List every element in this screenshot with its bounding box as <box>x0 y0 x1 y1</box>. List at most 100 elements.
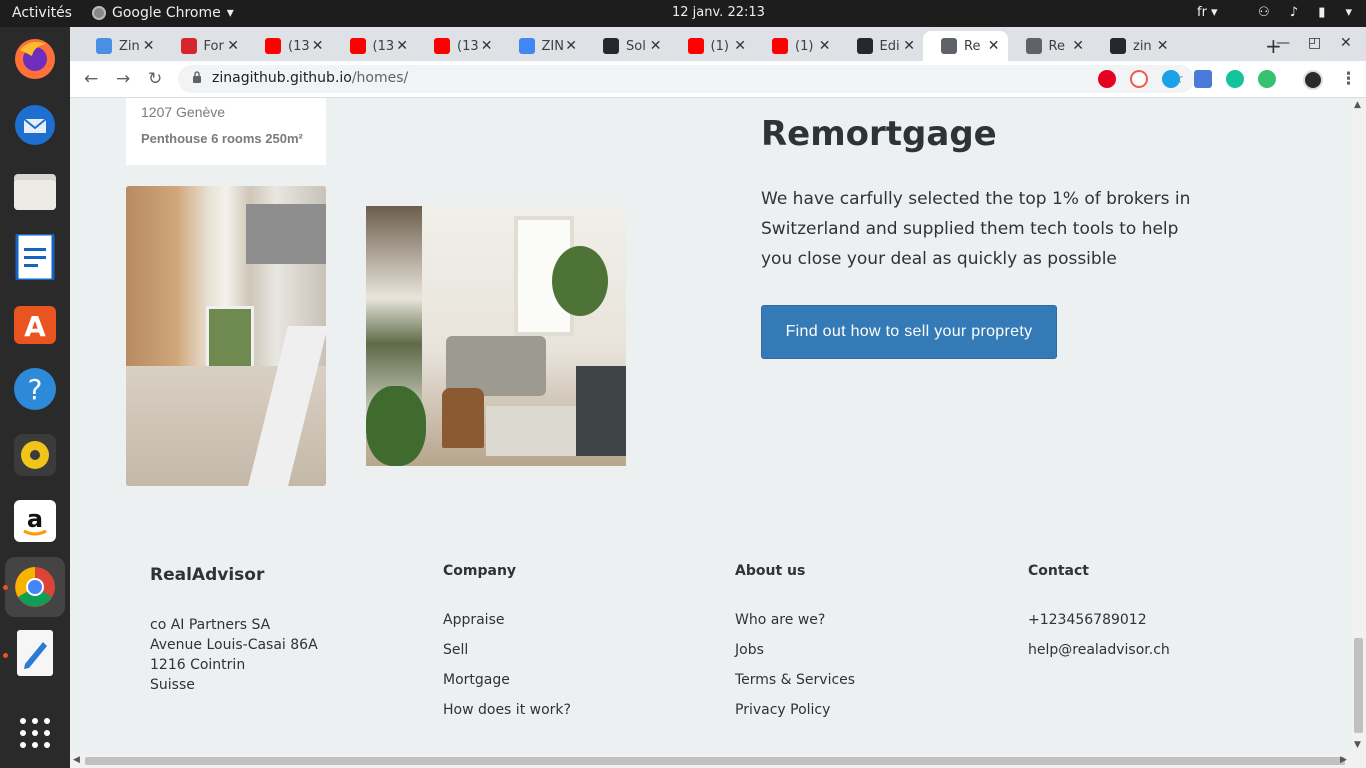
system-top-bar: Activités Google Chrome ▾ 12 janv. 22:13… <box>0 0 1366 27</box>
tab-close-icon[interactable]: ✕ <box>565 38 577 54</box>
tab-close-icon[interactable]: ✕ <box>396 38 408 54</box>
extension-icon[interactable] <box>1258 70 1276 88</box>
input-language-label: fr <box>1197 5 1207 20</box>
chrome-icon[interactable] <box>5 557 65 617</box>
back-icon[interactable]: ← <box>84 69 98 89</box>
tab-close-icon[interactable]: ✕ <box>903 38 915 54</box>
profile-avatar[interactable] <box>1303 70 1323 90</box>
reload-icon[interactable]: ↻ <box>148 69 162 89</box>
footer-link-privacy[interactable]: Privacy Policy <box>735 701 855 731</box>
footer-link-terms[interactable]: Terms & Services <box>735 671 855 701</box>
scroll-left-icon[interactable]: ◀ <box>73 755 80 765</box>
footer-link-mortgage[interactable]: Mortgage <box>443 671 571 701</box>
rhythmbox-icon[interactable] <box>11 431 59 479</box>
vertical-scrollbar[interactable]: ▲ ▼ <box>1351 98 1366 754</box>
tab-title: (13 <box>288 38 310 54</box>
chrome-app-icon <box>92 6 106 20</box>
chrome-menu-icon[interactable]: ⋮ <box>1340 69 1357 89</box>
browser-tab[interactable]: (13 ✕ <box>416 31 501 61</box>
files-icon[interactable] <box>11 167 59 215</box>
clock[interactable]: 12 janv. 22:13 <box>672 5 765 20</box>
scroll-up-icon[interactable]: ▲ <box>1354 100 1361 110</box>
maximize-button[interactable]: ◰ <box>1308 35 1321 51</box>
footer-column-company: Company Appraise Sell Mortgage How does … <box>443 563 571 731</box>
page-content: 1207 Genève Penthouse 6 rooms 250m² Remo… <box>70 98 1351 754</box>
tab-close-icon[interactable]: ✕ <box>734 38 746 54</box>
footer-link-jobs[interactable]: Jobs <box>735 641 855 671</box>
tab-title: (1) <box>795 38 814 54</box>
libreoffice-writer-icon[interactable] <box>11 233 59 281</box>
close-window-button[interactable]: ✕ <box>1340 35 1352 51</box>
forward-icon[interactable]: → <box>116 69 130 89</box>
minimize-button[interactable]: — <box>1276 35 1290 51</box>
footer-link-sell[interactable]: Sell <box>443 641 571 671</box>
tab-close-icon[interactable]: ✕ <box>988 38 1000 54</box>
tab-strip: Zin ✕ For ✕ (13 ✕ (13 ✕ (13 ✕ ZIN ✕ Sol ✕ (1) ✕ (1) ✕ Edi ✕… <box>70 27 1366 61</box>
help-icon[interactable]: ? <box>11 365 59 413</box>
app-menu[interactable]: Google Chrome ▾ <box>92 5 234 21</box>
browser-tab[interactable]: (13 ✕ <box>332 31 417 61</box>
tab-favicon-icon <box>518 38 535 54</box>
browser-tab[interactable]: For ✕ <box>163 31 248 61</box>
browser-tab[interactable]: Edi ✕ <box>839 31 924 61</box>
system-status-menu[interactable]: ⚇ ♪ ▮ ▾ <box>1258 5 1360 20</box>
footer-link-appraise[interactable]: Appraise <box>443 611 571 641</box>
browser-tab[interactable]: (1) ✕ <box>754 31 839 61</box>
input-language[interactable]: fr ▾ <box>1197 5 1218 20</box>
section-body: We have carfully selected the top 1% of … <box>761 189 1191 269</box>
scroll-down-icon[interactable]: ▼ <box>1354 740 1361 750</box>
tab-close-icon[interactable]: ✕ <box>819 38 831 54</box>
scrollbar-thumb[interactable] <box>85 757 1345 765</box>
show-apps-icon[interactable] <box>11 709 59 757</box>
scroll-right-icon[interactable]: ▶ <box>1340 755 1347 765</box>
address-bar[interactable]: zinagithub.github.io/homes/ ☆ <box>178 65 1194 93</box>
browser-tab[interactable]: (13 ✕ <box>247 31 332 61</box>
pinterest-extension-icon[interactable] <box>1098 70 1116 88</box>
software-center-icon[interactable]: A <box>11 299 59 347</box>
tab-favicon-icon <box>772 38 788 54</box>
footer-link-who-are-we[interactable]: Who are we? <box>735 611 855 641</box>
tab-close-icon[interactable]: ✕ <box>1157 38 1169 54</box>
browser-tab[interactable]: ZIN ✕ <box>501 31 586 61</box>
footer-link-email[interactable]: help@realadvisor.ch <box>1028 641 1170 671</box>
extension-icon[interactable] <box>1130 70 1148 88</box>
living-room-photo <box>366 206 626 466</box>
tab-close-icon[interactable]: ✕ <box>227 38 239 54</box>
browser-tab[interactable]: (1) ✕ <box>670 31 755 61</box>
thunderbird-icon[interactable] <box>11 101 59 149</box>
extension-icon[interactable] <box>1162 70 1180 88</box>
browser-tab[interactable]: Zin ✕ <box>78 31 163 61</box>
amazon-icon[interactable]: a <box>11 497 59 545</box>
horizontal-scrollbar[interactable]: ◀ ▶ <box>70 754 1366 768</box>
footer-link-phone[interactable]: +123456789012 <box>1028 611 1170 641</box>
translate-extension-icon[interactable] <box>1194 70 1212 88</box>
browser-tab[interactable]: Sol ✕ <box>585 31 670 61</box>
tab-close-icon[interactable]: ✕ <box>312 38 324 54</box>
firefox-icon[interactable] <box>11 35 59 83</box>
tab-title: zin <box>1133 38 1152 54</box>
tab-close-icon[interactable]: ✕ <box>1072 38 1084 54</box>
tab-close-icon[interactable]: ✕ <box>143 38 155 54</box>
browser-tab[interactable]: Re ✕ <box>923 31 1008 61</box>
browser-tab[interactable]: Re ✕ <box>1008 31 1093 61</box>
text-editor-icon[interactable] <box>11 629 59 677</box>
listing-card[interactable]: 1207 Genève Penthouse 6 rooms 250m² <box>126 98 326 165</box>
footer-column-about: About us Who are we? Jobs Terms & Servic… <box>735 563 855 731</box>
tab-title: Re <box>1048 38 1065 54</box>
address-line: 1216 Cointrin <box>150 657 246 673</box>
activities-button[interactable]: Activités <box>12 5 72 21</box>
address-line: Avenue Louis-Casai 86A <box>150 637 318 653</box>
scrollbar-thumb[interactable] <box>1354 638 1363 733</box>
footer-link-how-it-works[interactable]: How does it work? <box>443 701 571 731</box>
kitchen-photo <box>126 186 326 486</box>
browser-tab[interactable]: zin ✕ <box>1092 31 1177 61</box>
lock-icon[interactable] <box>192 71 202 83</box>
tab-title: (1) <box>710 38 729 54</box>
tab-favicon-icon <box>96 38 112 54</box>
tab-close-icon[interactable]: ✕ <box>650 38 662 54</box>
running-indicator <box>3 585 8 590</box>
sell-property-button[interactable]: Find out how to sell your proprety <box>761 305 1057 359</box>
tab-favicon-icon <box>1025 38 1042 54</box>
tab-close-icon[interactable]: ✕ <box>481 38 493 54</box>
grammarly-extension-icon[interactable] <box>1226 70 1244 88</box>
